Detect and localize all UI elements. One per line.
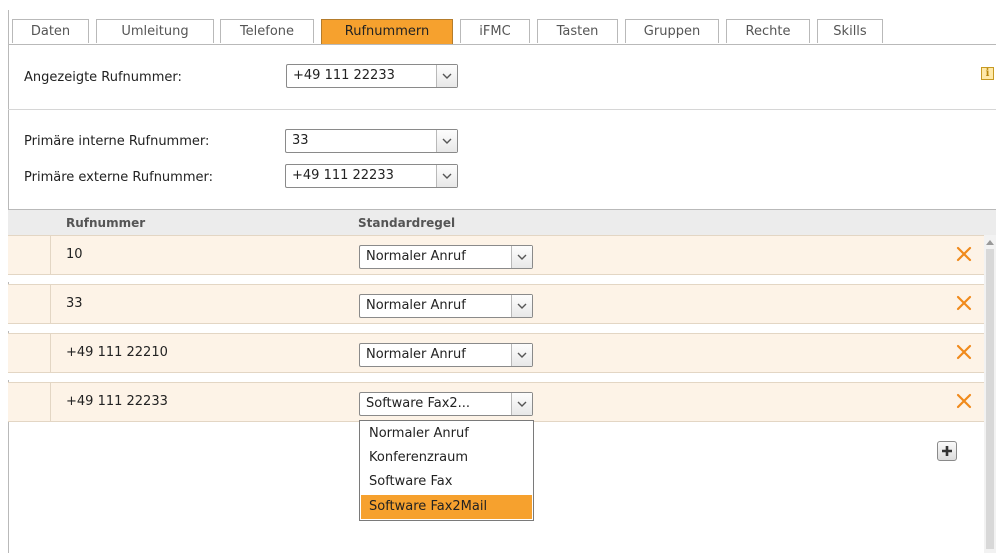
rule-value: Normaler Anruf: [366, 249, 466, 264]
table-row: 33 Normaler Anruf: [8, 284, 984, 324]
tab-gruppen[interactable]: Gruppen: [625, 19, 719, 43]
dropdown-option[interactable]: Normaler Anruf: [361, 422, 532, 446]
rule-value: Normaler Anruf: [366, 347, 466, 362]
dropdown-option[interactable]: Software Fax: [361, 470, 532, 494]
row-separator: [8, 324, 984, 331]
chevron-down-icon[interactable]: [436, 165, 457, 187]
row-handle: [8, 334, 51, 372]
info-icon[interactable]: i: [981, 67, 994, 80]
delete-icon[interactable]: [954, 292, 974, 314]
tab-bar: Daten Umleitung Telefone Rufnummern iFMC…: [12, 19, 996, 44]
rule-select[interactable]: Normaler Anruf: [359, 294, 533, 318]
tab-umleitung[interactable]: Umleitung: [96, 19, 214, 43]
table-row: +49 111 22233 Software Fax2...: [8, 382, 984, 422]
table-row: 10 Normaler Anruf: [8, 235, 984, 275]
row-handle: [8, 236, 51, 274]
tab-ifmc[interactable]: iFMC: [460, 19, 530, 43]
chevron-down-icon[interactable]: [511, 344, 532, 366]
primary-external-value: +49 111 22233: [292, 168, 394, 183]
row-number: 33: [66, 296, 83, 311]
rule-select[interactable]: Normaler Anruf: [359, 343, 533, 367]
tab-daten[interactable]: Daten: [12, 19, 89, 43]
primary-internal-value: 33: [292, 133, 309, 148]
row-handle: [8, 383, 51, 421]
rule-select[interactable]: Normaler Anruf: [359, 245, 533, 269]
dropdown-option-selected[interactable]: Software Fax2Mail: [361, 495, 532, 519]
rule-value: Normaler Anruf: [366, 298, 466, 313]
row-separator: [8, 275, 984, 282]
primary-external-select[interactable]: +49 111 22233: [285, 164, 458, 188]
table-header: Rufnummer Standardregel: [8, 209, 996, 236]
add-number-button[interactable]: [937, 441, 957, 461]
dropdown-option[interactable]: Konferenzraum: [361, 446, 532, 470]
tab-rufnummern[interactable]: Rufnummern: [321, 19, 453, 44]
tab-underline: [8, 44, 996, 45]
chevron-down-icon[interactable]: [511, 393, 532, 415]
table-row: +49 111 22210 Normaler Anruf: [8, 333, 984, 373]
displayed-number-label: Angezeigte Rufnummer:: [24, 70, 182, 85]
row-number: 10: [66, 247, 83, 262]
primary-internal-select[interactable]: 33: [285, 129, 458, 153]
chevron-down-icon[interactable]: [436, 65, 457, 87]
delete-icon[interactable]: [954, 243, 974, 265]
row-separator: [8, 373, 984, 380]
column-header-rule: Standardregel: [358, 216, 456, 230]
primary-internal-label: Primäre interne Rufnummer:: [24, 134, 210, 149]
rule-select[interactable]: Software Fax2...: [359, 392, 533, 416]
chevron-down-icon[interactable]: [511, 246, 532, 268]
delete-icon[interactable]: [954, 390, 974, 412]
scroll-up-icon[interactable]: [986, 239, 994, 245]
tab-skills[interactable]: Skills: [817, 19, 883, 43]
displayed-number-value: +49 111 22233: [293, 68, 395, 83]
chevron-down-icon[interactable]: [436, 130, 457, 152]
scrollbar[interactable]: [984, 235, 996, 553]
primary-external-label: Primäre externe Rufnummer:: [24, 170, 213, 185]
row-number: +49 111 22233: [66, 394, 168, 409]
tab-telefone[interactable]: Telefone: [220, 19, 314, 43]
column-header-number: Rufnummer: [66, 216, 146, 230]
tab-rechte[interactable]: Rechte: [726, 19, 810, 43]
chevron-down-icon[interactable]: [511, 295, 532, 317]
tab-tasten[interactable]: Tasten: [537, 19, 618, 43]
section-divider: [8, 109, 996, 110]
row-handle: [8, 285, 51, 323]
rule-value: Software Fax2...: [366, 396, 471, 411]
rule-dropdown-list: Normaler Anruf Konferenzraum Software Fa…: [359, 420, 534, 521]
plus-icon: [942, 446, 952, 456]
displayed-number-select[interactable]: +49 111 22233: [286, 64, 458, 88]
delete-icon[interactable]: [954, 341, 974, 363]
scrollbar-thumb[interactable]: [986, 249, 994, 549]
row-number: +49 111 22210: [66, 345, 168, 360]
